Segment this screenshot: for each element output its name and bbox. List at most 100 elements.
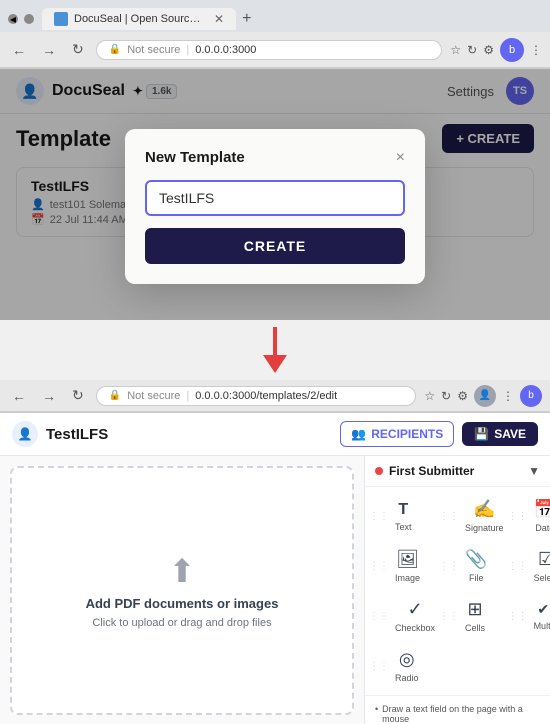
radio-field-icon: ◎: [399, 649, 415, 670]
signature-field-label: Signature: [465, 523, 504, 533]
recipients-button[interactable]: 👥 RECIPIENTS: [340, 421, 454, 447]
modal-close-button[interactable]: ×: [396, 150, 405, 166]
browser-ext[interactable]: b: [520, 385, 542, 407]
browser-profile[interactable]: b: [500, 38, 524, 62]
file-field-icon: 📎: [465, 549, 487, 570]
editor-title: 👤 TestILFS: [12, 421, 108, 447]
down-arrow: [263, 327, 287, 373]
refresh-icon-2[interactable]: ↻: [441, 389, 451, 403]
editor-app: 👤 TestILFS 👥 RECIPIENTS 💾 SAVE ⬆ Add P: [0, 413, 550, 724]
tab-title: DocuSeal | Open Source Doc...: [74, 13, 204, 25]
editor-avatar: 👤: [12, 421, 38, 447]
field-multiple[interactable]: ✔✔ Multiple: [530, 593, 550, 639]
browser-chrome-top: ◀ DocuSeal | Open Source Doc... ✕ + ← → …: [0, 0, 550, 69]
upload-icon: ⬆: [169, 552, 196, 590]
cells-field-icon: ⊞: [467, 599, 482, 620]
drag-handle-2[interactable]: ⋮⋮: [439, 511, 459, 522]
refresh-icon[interactable]: ↻: [467, 43, 477, 57]
bookmark-icon[interactable]: ☆: [450, 43, 461, 57]
field-row-signature: ⋮⋮ ✍ Signature: [439, 491, 508, 541]
drag-handle-5[interactable]: ⋮⋮: [439, 561, 459, 572]
tab-bar: ◀ DocuSeal | Open Source Doc... ✕ +: [0, 0, 550, 32]
drag-handle-6[interactable]: ⋮⋮: [508, 561, 528, 572]
extension-icon-2[interactable]: ⚙: [457, 389, 468, 403]
field-row-radio: ⋮⋮ ◎ Radio: [369, 641, 439, 691]
drag-handle-4[interactable]: ⋮⋮: [369, 561, 389, 572]
editor-template-name: TestILFS: [46, 426, 108, 443]
menu-icon-2[interactable]: ⋮: [502, 389, 514, 403]
editor-actions: 👥 RECIPIENTS 💾 SAVE: [340, 421, 538, 447]
checkbox-field-icon: ✓: [407, 599, 422, 620]
upload-subtitle: Click to upload or drag and drop files: [92, 617, 271, 629]
date-field-label: Date: [535, 523, 550, 533]
pdf-drop-area[interactable]: ⬆ Add PDF documents or images Click to u…: [10, 466, 354, 715]
save-button[interactable]: 💾 SAVE: [462, 422, 538, 446]
back-button-2[interactable]: ←: [8, 386, 30, 406]
field-checkbox[interactable]: ✓ Checkbox: [391, 591, 439, 641]
radio-field-label: Radio: [395, 673, 419, 683]
url-input[interactable]: 🔒 Not secure | 0.0.0.0:3000: [96, 40, 443, 60]
image-field-label: Image: [395, 573, 420, 583]
drag-handle-7[interactable]: ⋮⋮: [369, 611, 389, 622]
field-row-multiple: ⋮⋮ ✔✔ Multiple: [508, 591, 550, 641]
drag-handle-9[interactable]: ⋮⋮: [508, 611, 528, 622]
lock-icon-2: 🔒: [109, 390, 121, 401]
editor-header: 👤 TestILFS 👥 RECIPIENTS 💾 SAVE: [0, 413, 550, 456]
reload-button[interactable]: ↻: [68, 39, 88, 60]
url-input-2[interactable]: 🔒 Not secure | 0.0.0.0:3000/templates/2/…: [96, 386, 417, 406]
editor-body: ⬆ Add PDF documents or images Click to u…: [0, 456, 550, 724]
select-field-label: Select: [534, 573, 550, 583]
browser-actions: ☆ ↻ ⚙ b ⋮: [450, 38, 542, 62]
image-field-icon: 🖼: [396, 549, 419, 570]
browser-profile-2[interactable]: 👤: [474, 385, 496, 407]
fields-panel: First Submitter ▼ ⋮⋮ T Text ⋮⋮: [365, 456, 550, 724]
bottom-section: ← → ↻ 🔒 Not secure | 0.0.0.0:3000/templa…: [0, 380, 550, 724]
browser-actions-2: ☆ ↻ ⚙ 👤 ⋮ b: [424, 385, 542, 407]
forward-button-2[interactable]: →: [38, 386, 60, 406]
reload-button-2[interactable]: ↻: [68, 385, 88, 406]
submitter-full: First Submitter: [375, 464, 474, 478]
browser-tab[interactable]: DocuSeal | Open Source Doc... ✕: [42, 8, 236, 30]
text-field-label: Text: [395, 522, 412, 532]
field-radio[interactable]: ◎ Radio: [391, 641, 423, 691]
new-tab-button[interactable]: +: [242, 10, 251, 28]
field-cells[interactable]: ⊞ Cells: [461, 591, 489, 641]
modal-header: New Template ×: [145, 149, 405, 166]
top-section: ◀ DocuSeal | Open Source Doc... ✕ + ← → …: [0, 0, 550, 320]
bookmark-icon-2[interactable]: ☆: [424, 389, 435, 403]
instruction-1: Draw a text field on the page with a mou…: [375, 704, 540, 724]
field-row-image: ⋮⋮ 🖼 Image: [369, 541, 439, 591]
modal-create-button[interactable]: CREATE: [145, 228, 405, 264]
field-row-file: ⋮⋮ 📎 File: [439, 541, 508, 591]
field-file[interactable]: 📎 File: [461, 541, 491, 591]
drag-handle[interactable]: ⋮⋮: [369, 511, 389, 522]
drag-handle-10[interactable]: ⋮⋮: [369, 661, 389, 672]
field-select[interactable]: ☑ Select: [530, 541, 550, 591]
forward-button[interactable]: →: [38, 40, 60, 60]
field-signature[interactable]: ✍ Signature: [461, 491, 508, 541]
extension-icon[interactable]: ⚙: [483, 43, 494, 57]
text-field-icon: T: [398, 501, 408, 519]
modal-title: New Template: [145, 149, 245, 166]
template-name-input[interactable]: [145, 180, 405, 216]
pdf-panel: ⬆ Add PDF documents or images Click to u…: [0, 456, 365, 724]
field-text[interactable]: T Text: [391, 493, 416, 540]
field-row-text: ⋮⋮ T Text: [369, 491, 439, 541]
signature-field-icon: ✍: [473, 499, 495, 520]
multiple-field-icon: ✔✔: [537, 601, 550, 618]
menu-icon[interactable]: ⋮: [530, 43, 542, 57]
drag-handle-3[interactable]: ⋮⋮: [508, 511, 528, 522]
field-image[interactable]: 🖼 Image: [391, 541, 424, 591]
field-date[interactable]: 📅 Date: [530, 491, 550, 541]
cells-field-label: Cells: [465, 623, 485, 633]
multiple-field-label: Multiple: [534, 621, 550, 631]
tab-favicon: [54, 12, 68, 26]
drag-handle-8[interactable]: ⋮⋮: [439, 611, 459, 622]
field-row-checkbox: ⋮⋮ ✓ Checkbox: [369, 591, 439, 641]
submitter-chevron-icon[interactable]: ▼: [528, 464, 540, 478]
address-text: 0.0.0.0:3000: [195, 44, 256, 56]
file-field-label: File: [469, 573, 484, 583]
back-button[interactable]: ←: [8, 40, 30, 60]
save-icon: 💾: [474, 427, 489, 441]
tab-close-icon[interactable]: ✕: [214, 12, 224, 26]
